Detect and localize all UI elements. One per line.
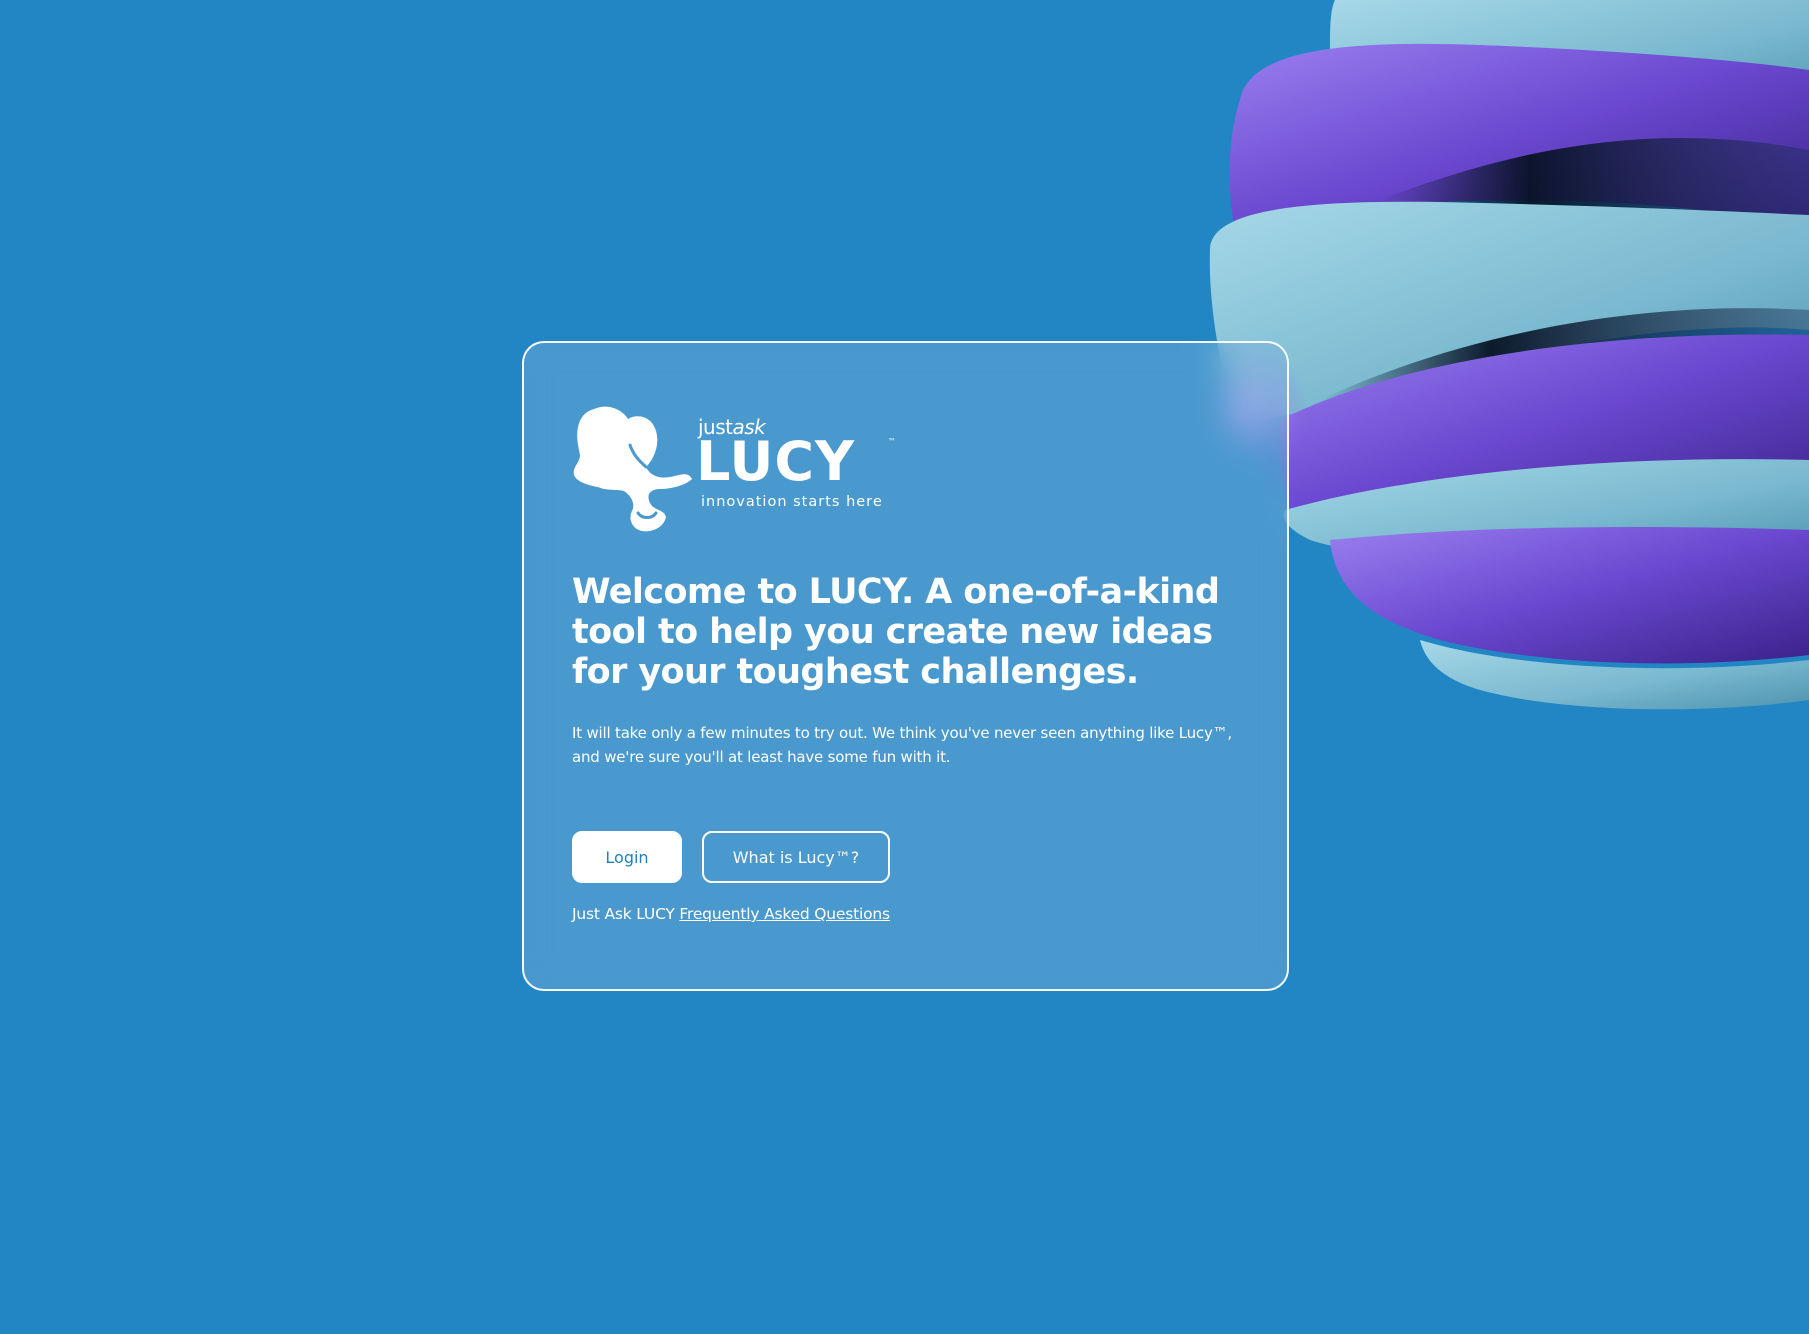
faq-prefix: Just Ask LUCY bbox=[572, 905, 675, 923]
login-button[interactable]: Login bbox=[572, 831, 682, 883]
logo-tagline: innovation starts here bbox=[701, 494, 883, 510]
lucy-logo: justask LUCY ™ innovation starts here bbox=[572, 405, 902, 545]
intro-text: It will take only a few minutes to try o… bbox=[572, 724, 1232, 766]
page-title: Welcome to LUCY. A one-of-a-kind tool to… bbox=[572, 572, 1220, 692]
what-is-lucy-button[interactable]: What is Lucy™? bbox=[702, 831, 890, 883]
landing-page: justask LUCY ™ innovation starts here We… bbox=[0, 0, 1809, 1334]
logo-wordmark: LUCY bbox=[696, 430, 856, 493]
welcome-card: justask LUCY ™ innovation starts here We… bbox=[522, 341, 1289, 991]
logo-trademark: ™ bbox=[888, 437, 896, 446]
elephant-icon bbox=[573, 406, 692, 532]
faq-line: Just Ask LUCY Frequently Asked Questions bbox=[572, 905, 890, 923]
faq-link[interactable]: Frequently Asked Questions bbox=[679, 905, 890, 923]
